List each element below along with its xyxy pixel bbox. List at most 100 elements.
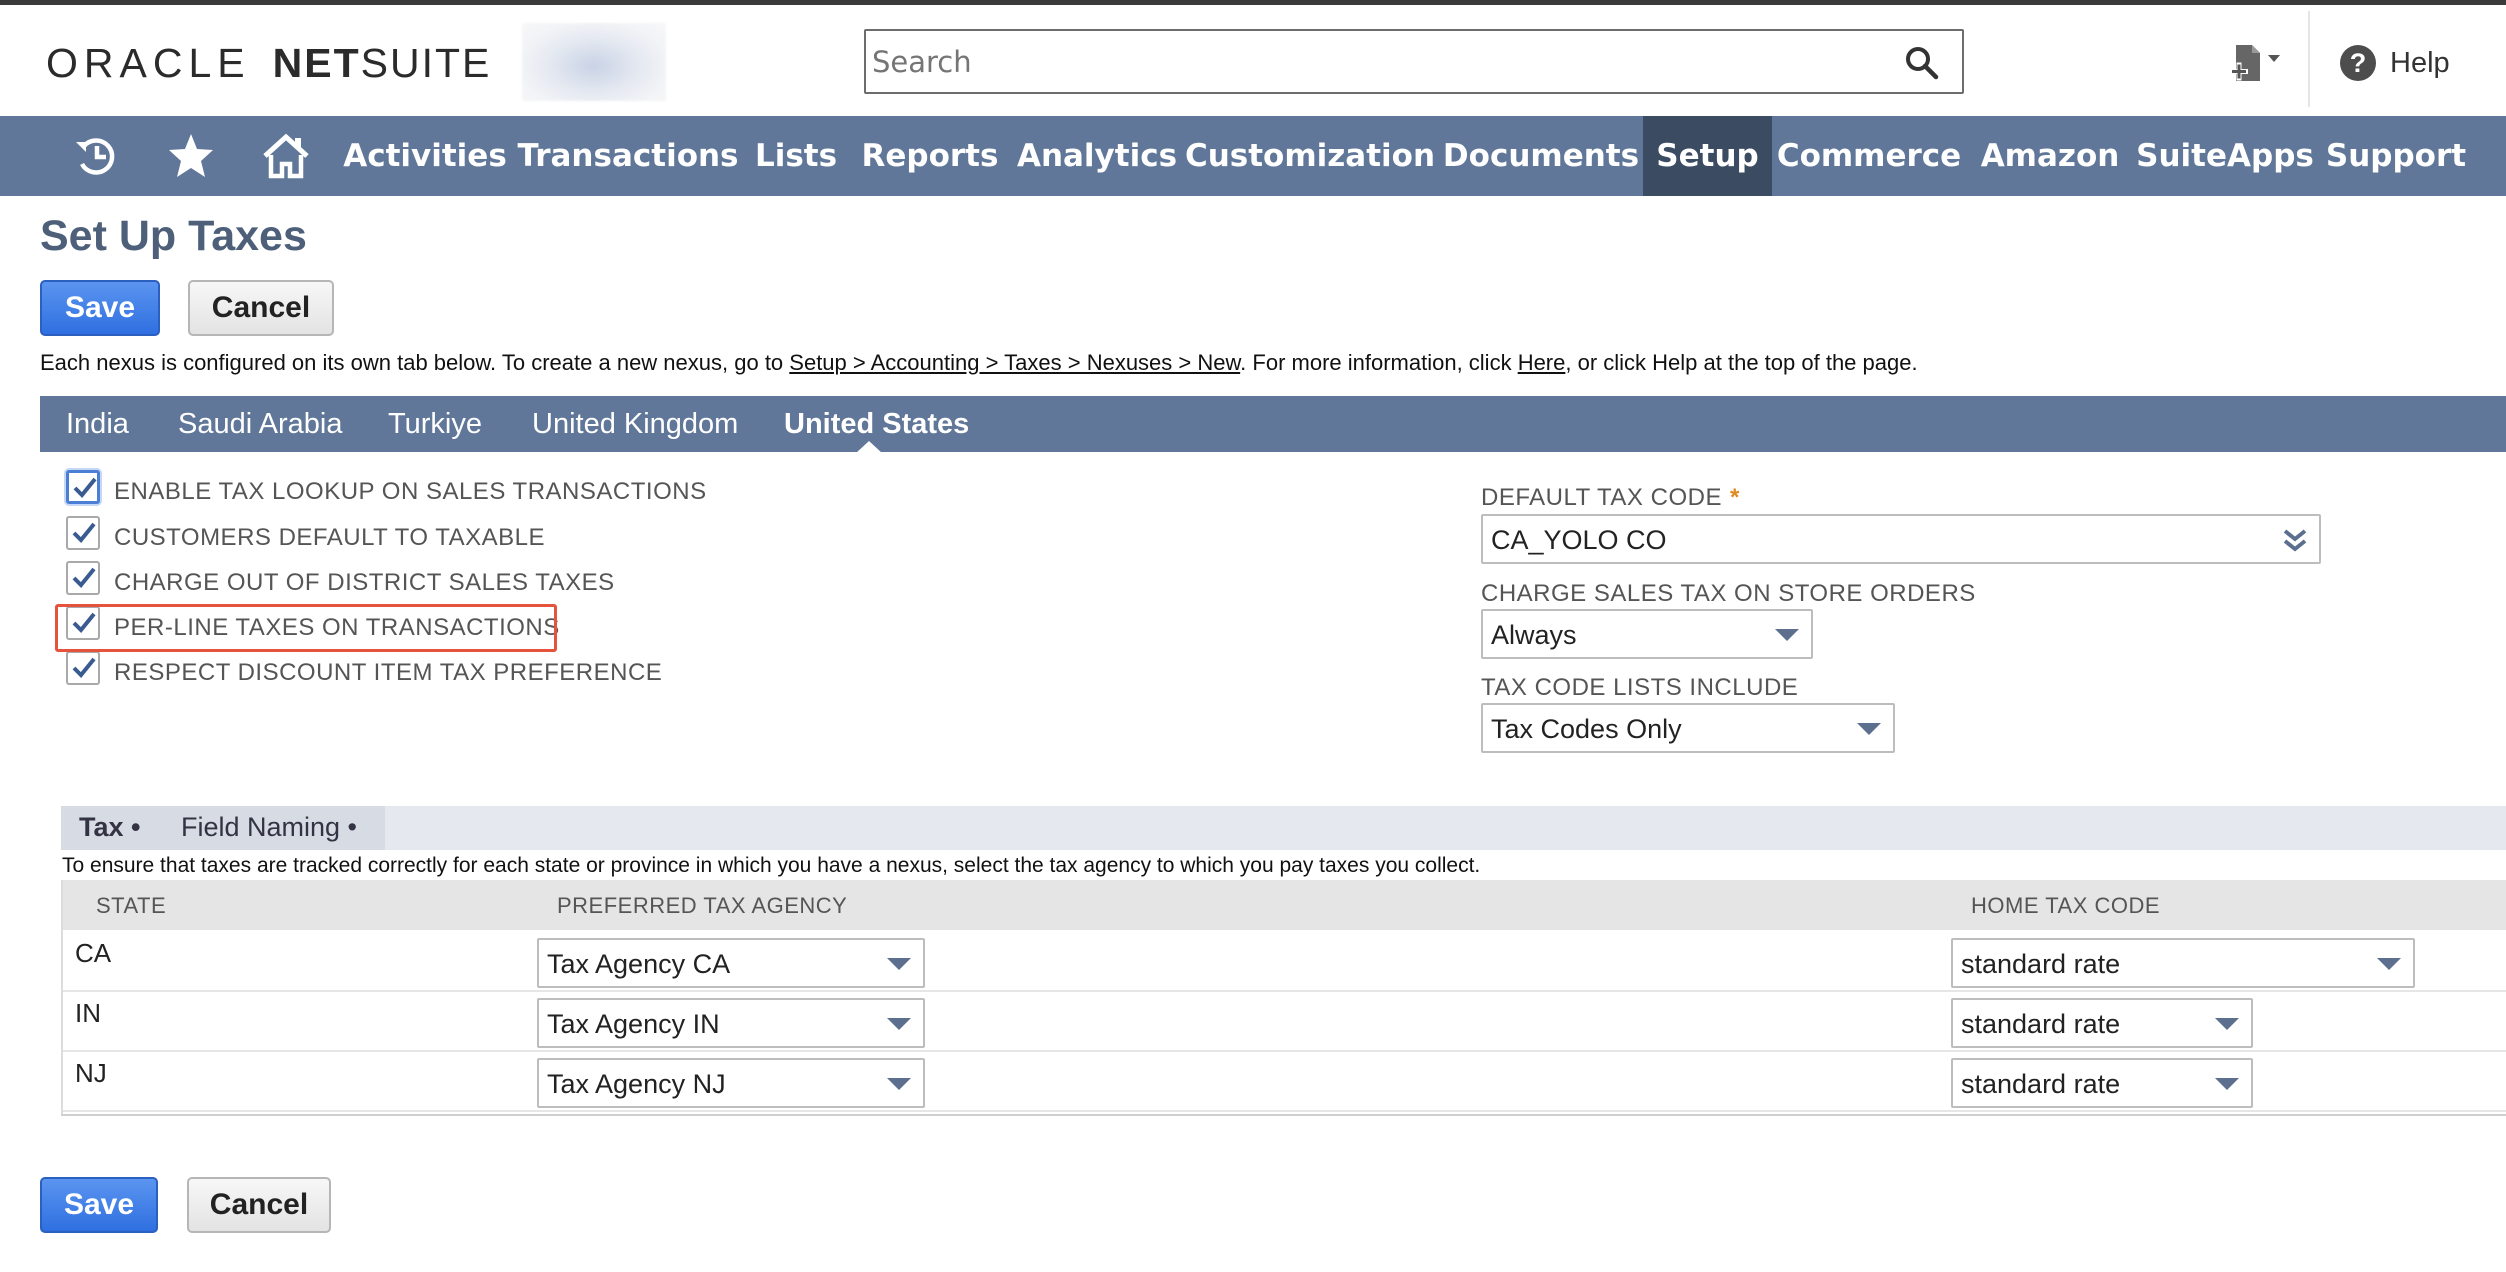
chevron-down-icon (1857, 723, 1881, 735)
column-header-home-tax-code: HOME TAX CODE (1971, 893, 2160, 919)
checkbox-label: RESPECT DISCOUNT ITEM TAX PREFERENCE (114, 659, 662, 687)
tax-code-lists-select[interactable]: Tax Codes Only (1481, 703, 1895, 753)
tab-india[interactable]: India (66, 396, 129, 452)
state-cell: IN (75, 998, 101, 1029)
nav-activities[interactable]: Activities (340, 116, 510, 196)
here-link[interactable]: Here (1518, 350, 1566, 375)
header-divider (2308, 11, 2310, 107)
nav-reports[interactable]: Reports (852, 116, 1008, 196)
home-tax-code-select[interactable]: standard rate (1951, 938, 2415, 988)
chevron-down-icon (2215, 1078, 2239, 1090)
active-tab-caret (856, 441, 882, 453)
table-header: STATE PREFERRED TAX AGENCY HOME TAX CODE (63, 880, 2506, 930)
store-orders-select[interactable]: Always (1481, 609, 1813, 659)
home-tax-code-value: standard rate (1961, 1069, 2120, 1100)
store-orders-value: Always (1491, 620, 1577, 651)
column-header-state: STATE (96, 893, 166, 919)
nav-analytics[interactable]: Analytics (1014, 116, 1180, 196)
sublist-note: To ensure that taxes are tracked correct… (62, 854, 1480, 878)
home-tax-code-select[interactable]: standard rate (1951, 998, 2253, 1048)
table-row: NJ Tax Agency NJ standard rate (63, 1052, 2506, 1112)
customers-taxable-checkbox[interactable] (66, 516, 100, 550)
chevron-down-icon (1775, 629, 1799, 641)
info-prefix: Each nexus is configured on its own tab … (40, 350, 789, 375)
nav-transactions[interactable]: Transactions (516, 116, 740, 196)
search-input[interactable] (872, 37, 1872, 87)
sublist-tab-tax[interactable]: Tax • (79, 812, 140, 843)
nav-amazon[interactable]: Amazon (1966, 116, 2134, 196)
cancel-button-bottom[interactable]: Cancel (187, 1177, 331, 1233)
company-logo (522, 23, 666, 101)
global-search[interactable] (864, 29, 1964, 94)
home-tax-code-select[interactable]: standard rate (1951, 1058, 2253, 1108)
home-tax-code-value: standard rate (1961, 949, 2120, 980)
table-row: IN Tax Agency IN standard rate (63, 992, 2506, 1052)
agency-select[interactable]: Tax Agency IN (537, 998, 925, 1048)
home-icon[interactable] (260, 130, 312, 182)
tax-lookup-checkbox[interactable] (66, 470, 100, 504)
tab-united-kingdom[interactable]: United Kingdom (532, 396, 738, 452)
page-title: Set Up Taxes (40, 212, 307, 261)
agency-value: Tax Agency NJ (547, 1069, 726, 1100)
agency-select[interactable]: Tax Agency NJ (537, 1058, 925, 1108)
logo-oracle-text: ORACLE (46, 40, 251, 87)
home-tax-code-value: standard rate (1961, 1009, 2120, 1040)
out-of-district-checkbox[interactable] (66, 561, 100, 595)
oracle-netsuite-logo[interactable]: ORACLE NETSUITE (46, 35, 491, 91)
state-cell: CA (75, 938, 111, 969)
logo-net-text: NET (273, 40, 361, 87)
state-cell: NJ (75, 1058, 107, 1089)
table-row: CA Tax Agency CA standard rate (63, 932, 2506, 992)
default-tax-code-select[interactable]: CA_YOLO CO (1481, 514, 2321, 564)
help-label: Help (2390, 47, 2450, 80)
save-button-bottom[interactable]: Save (40, 1177, 158, 1233)
chevron-down-icon (2377, 958, 2401, 970)
checkbox-label: CHARGE OUT OF DISTRICT SALES TAXES (114, 569, 615, 597)
nexus-new-link[interactable]: Setup > Accounting > Taxes > Nexuses > N… (789, 350, 1240, 375)
checkbox-row-tax-lookup: ENABLE TAX LOOKUP ON SALES TRANSACTIONS (66, 468, 707, 506)
info-middle: . For more information, click (1240, 350, 1518, 375)
nav-documents[interactable]: Documents (1440, 116, 1642, 196)
chevron-down-icon (887, 1078, 911, 1090)
nav-lists[interactable]: Lists (746, 116, 846, 196)
check-icon (70, 654, 98, 682)
help-button[interactable]: ? Help (2340, 41, 2450, 85)
search-icon[interactable] (1904, 45, 1940, 81)
nav-commerce[interactable]: Commerce (1778, 116, 1960, 196)
nav-support[interactable]: Support (2316, 116, 2476, 196)
agency-value: Tax Agency CA (547, 949, 730, 980)
required-marker: * (1730, 484, 1740, 511)
checkbox-label: CUSTOMERS DEFAULT TO TAXABLE (114, 524, 545, 552)
checkbox-row-out-of-district: CHARGE OUT OF DISTRICT SALES TAXES (66, 559, 615, 597)
highlight-annotation (55, 604, 557, 652)
agency-select[interactable]: Tax Agency CA (537, 938, 925, 988)
nav-customization[interactable]: Customization (1186, 116, 1434, 196)
check-icon (70, 564, 98, 592)
nav-setup[interactable]: Setup (1643, 116, 1772, 196)
store-orders-label: CHARGE SALES TAX ON STORE ORDERS (1481, 580, 1976, 608)
sublist-tab-field-naming[interactable]: Field Naming • (181, 812, 357, 843)
nav-suiteapps[interactable]: SuiteApps (2140, 116, 2310, 196)
favorites-star-icon[interactable] (165, 130, 217, 182)
default-tax-code-label-text: DEFAULT TAX CODE (1481, 484, 1722, 511)
default-tax-code-value: CA_YOLO CO (1491, 525, 1667, 556)
header: ORACLE NETSUITE ? Help (0, 5, 2506, 116)
info-text: Each nexus is configured on its own tab … (40, 350, 1918, 376)
cancel-button-top[interactable]: Cancel (188, 280, 334, 336)
tab-turkiye[interactable]: Turkiye (388, 396, 482, 452)
checkbox-row-customers-taxable: CUSTOMERS DEFAULT TO TAXABLE (66, 514, 545, 552)
checkbox-label: ENABLE TAX LOOKUP ON SALES TRANSACTIONS (114, 478, 707, 506)
double-chevron-down-icon[interactable] (2281, 526, 2309, 554)
discount-pref-checkbox[interactable] (66, 651, 100, 685)
tax-code-lists-label: TAX CODE LISTS INCLUDE (1481, 674, 1798, 702)
save-button-top[interactable]: Save (40, 280, 160, 336)
tax-code-lists-value: Tax Codes Only (1491, 714, 1682, 745)
tab-saudi-arabia[interactable]: Saudi Arabia (178, 396, 342, 452)
tax-agency-table: STATE PREFERRED TAX AGENCY HOME TAX CODE… (61, 880, 2506, 1116)
recent-records-icon[interactable] (70, 130, 122, 182)
table-bottom-border (61, 1114, 2506, 1116)
checkbox-row-discount-pref: RESPECT DISCOUNT ITEM TAX PREFERENCE (66, 649, 662, 687)
create-new-icon[interactable] (2226, 41, 2286, 91)
info-suffix: , or click Help at the top of the page. (1565, 350, 1917, 375)
sublist-tabs: Tax • Field Naming • (61, 806, 2506, 850)
